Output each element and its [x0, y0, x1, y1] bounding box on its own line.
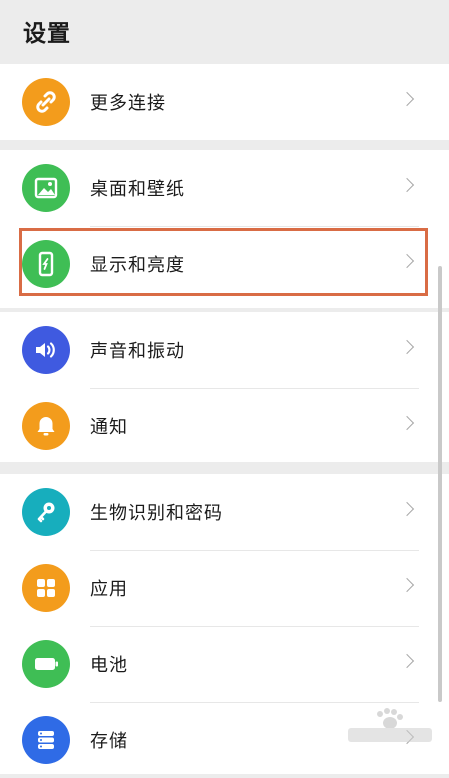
- settings-item-label: 生物识别和密码: [90, 503, 223, 524]
- chevron-right-icon: [399, 91, 415, 107]
- settings-item-notifications[interactable]: 通知: [0, 388, 449, 464]
- battery-icon: [22, 640, 70, 688]
- scrollbar[interactable]: [438, 266, 442, 702]
- chevron-right-icon: [399, 339, 415, 355]
- page-title: 设置: [23, 21, 71, 47]
- highlight-box: [19, 228, 428, 296]
- settings-item-battery[interactable]: 电池: [0, 626, 449, 702]
- settings-item-apps[interactable]: 应用: [0, 550, 449, 626]
- settings-item-label: 存储: [90, 731, 128, 752]
- watermark-logo: [348, 708, 432, 742]
- chevron-right-icon: [399, 501, 415, 517]
- settings-item-wallpaper[interactable]: 桌面和壁纸: [0, 150, 449, 226]
- link-icon: [22, 78, 70, 126]
- settings-group-sound: 声音和振动 通知: [0, 312, 449, 462]
- storage-icon: [22, 716, 70, 764]
- image-icon: [22, 164, 70, 212]
- bell-icon: [22, 402, 70, 450]
- settings-item-sound-vibration[interactable]: 声音和振动: [0, 312, 449, 388]
- row-divider: [90, 702, 419, 703]
- chevron-right-icon: [399, 177, 415, 193]
- settings-group-connections: 更多连接: [0, 64, 449, 140]
- chevron-right-icon: [399, 415, 415, 431]
- settings-item-label: 桌面和壁纸: [90, 179, 185, 200]
- settings-item-label: 应用: [90, 579, 128, 600]
- row-divider: [90, 550, 419, 551]
- settings-item-biometrics-password[interactable]: 生物识别和密码: [0, 474, 449, 550]
- speaker-icon: [22, 326, 70, 374]
- key-icon: [22, 488, 70, 536]
- apps-grid-icon: [22, 564, 70, 612]
- row-divider: [90, 626, 419, 627]
- chevron-right-icon: [399, 653, 415, 669]
- row-divider: [90, 226, 419, 227]
- chevron-right-icon: [399, 577, 415, 593]
- settings-item-more-connections[interactable]: 更多连接: [0, 64, 449, 140]
- row-divider: [90, 388, 419, 389]
- settings-item-label: 声音和振动: [90, 341, 185, 362]
- settings-item-label: 电池: [90, 655, 128, 676]
- settings-item-label: 通知: [90, 417, 128, 438]
- settings-item-label: 更多连接: [90, 93, 166, 114]
